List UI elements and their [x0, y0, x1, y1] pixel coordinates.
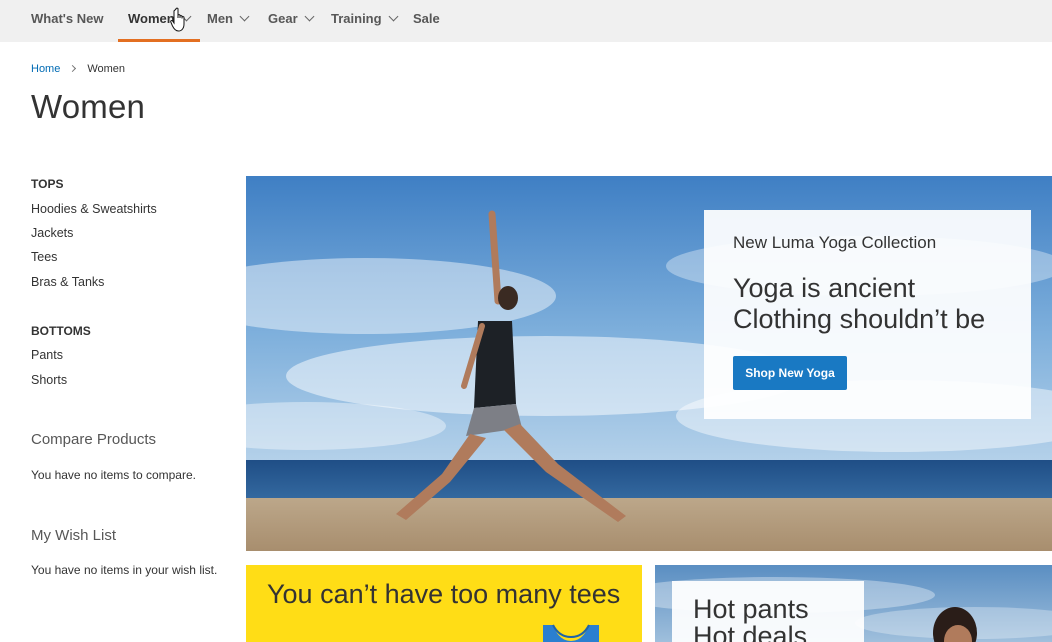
nav-item-label: Men: [207, 11, 233, 26]
sidebar-link-tees[interactable]: Tees: [31, 250, 57, 264]
sidebar-link-bras-tanks[interactable]: Bras & Tanks: [31, 275, 104, 289]
hero-banner[interactable]: New Luma Yoga Collection Yoga is ancient…: [246, 176, 1052, 551]
sidebar-heading-bottoms: BOTTOMS: [31, 324, 91, 338]
chevron-down-icon: [388, 11, 399, 22]
wish-list-title: My Wish List: [31, 527, 117, 544]
hero-headline: Yoga is ancient Clothing shouldn’t be: [733, 273, 985, 335]
promo-tees-text: You can’t have too many tees: [267, 579, 621, 609]
nav-item-label: Training: [331, 11, 382, 26]
shop-new-yoga-button[interactable]: Shop New Yoga: [733, 356, 847, 390]
breadcrumb-home-link[interactable]: Home: [31, 63, 60, 75]
chevron-down-icon: [304, 11, 315, 22]
promo-pants-text-panel: Hot pants Hot deals: [672, 581, 864, 642]
nav-item-men[interactable]: Men: [207, 0, 250, 42]
nav-item-sale[interactable]: Sale: [413, 0, 440, 42]
sidebar-heading-tops: TOPS: [31, 177, 64, 191]
compare-products-title: Compare Products: [31, 431, 157, 448]
hero-subtitle: New Luma Yoga Collection: [733, 233, 937, 252]
sidebar-link-jackets[interactable]: Jackets: [31, 226, 73, 240]
wish-list-empty-text: You have no items in your wish list.: [31, 563, 218, 577]
nav-item-label: Gear: [268, 11, 298, 26]
hand-pointer-icon: [170, 7, 185, 32]
nav-item-label: What's New: [31, 11, 104, 26]
breadcrumb: Home Women: [31, 63, 125, 75]
hero-headline-line1: Yoga is ancient: [733, 273, 916, 303]
chevron-down-icon: [239, 11, 250, 22]
nav-item-label: Sale: [413, 11, 440, 26]
promo-pants-text: Hot pants Hot deals: [693, 596, 809, 642]
tank-top-icon: [543, 624, 599, 642]
top-navigation: What's New Women Men Gear Training Sale: [0, 0, 1052, 42]
nav-item-whats-new[interactable]: What's New: [31, 0, 103, 42]
promo-pants-banner[interactable]: Hot pants Hot deals: [655, 565, 1052, 642]
sidebar-link-hoodies-sweatshirts[interactable]: Hoodies & Sweatshirts: [31, 202, 157, 216]
hero-headline-line2: Clothing shouldn’t be: [733, 304, 986, 334]
sidebar-link-pants[interactable]: Pants: [31, 348, 63, 362]
compare-products-empty-text: You have no items to compare.: [31, 468, 196, 482]
promo-pants-line2: Hot deals: [693, 621, 808, 642]
hero-text-panel: New Luma Yoga Collection Yoga is ancient…: [704, 210, 1031, 419]
nav-item-training[interactable]: Training: [331, 0, 399, 42]
page-title: Women: [31, 88, 146, 125]
nav-item-gear[interactable]: Gear: [268, 0, 315, 42]
promo-pants-line1: Hot pants: [693, 594, 809, 624]
promo-tees-banner[interactable]: You can’t have too many tees: [246, 565, 642, 642]
chevron-right-icon: [69, 64, 77, 73]
breadcrumb-current: Women: [87, 63, 126, 75]
sidebar-link-shorts[interactable]: Shorts: [31, 373, 67, 387]
